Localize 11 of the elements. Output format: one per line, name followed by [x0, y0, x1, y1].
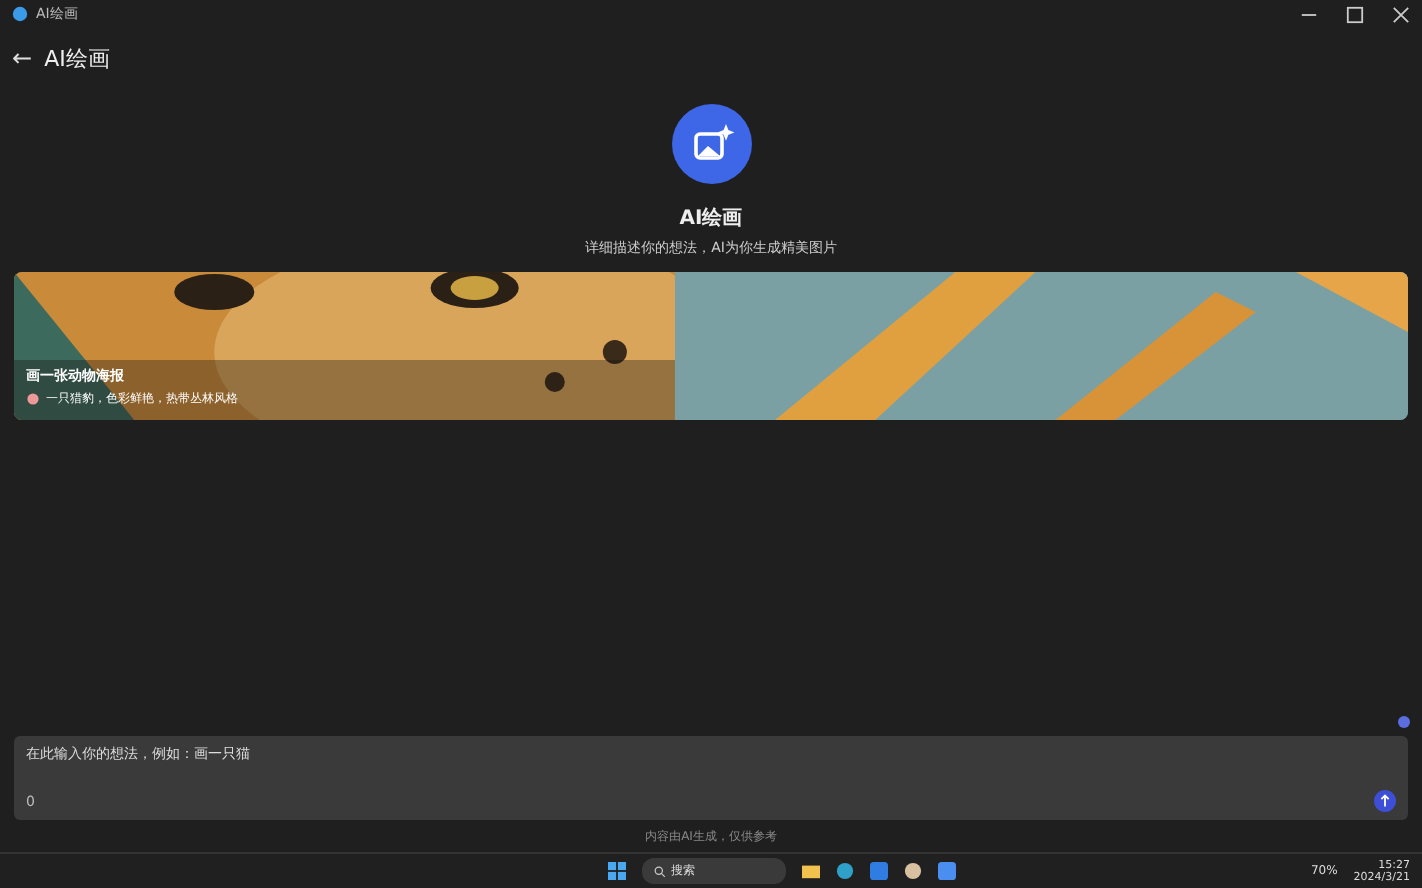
image-sparkle-icon — [671, 104, 751, 184]
close-icon[interactable] — [1392, 5, 1410, 23]
send-icon[interactable] — [1374, 790, 1396, 812]
hero-title: AI绘画 — [679, 205, 743, 232]
start-icon[interactable] — [607, 862, 626, 880]
folder-icon[interactable] — [801, 862, 820, 880]
maximize-icon[interactable] — [1346, 5, 1364, 23]
back-button[interactable]: ← — [12, 44, 33, 72]
search-icon — [653, 865, 666, 877]
page-title: AI绘画 — [44, 43, 110, 73]
app-icon — [12, 6, 28, 22]
